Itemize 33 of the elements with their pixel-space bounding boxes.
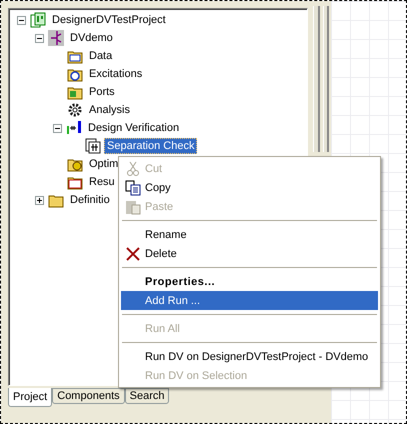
collapse-toggle[interactable] [53, 124, 62, 132]
tree-item[interactable]: Resu [86, 174, 118, 190]
tree-item[interactable]: Data [86, 48, 116, 64]
collapse-toggle[interactable] [17, 16, 26, 24]
project-icon [30, 12, 46, 28]
panel-tab[interactable]: Search [124, 388, 170, 404]
delete-icon [125, 246, 141, 262]
tree-item[interactable]: Design Verification [85, 120, 182, 136]
menu-item[interactable]: Delete [121, 244, 378, 263]
tree-item[interactable]: Definitio [67, 192, 113, 208]
panel-tab[interactable]: Components [52, 388, 125, 404]
expand-toggle[interactable] [35, 196, 44, 204]
menu-item[interactable]: Copy [121, 178, 378, 197]
check-icon [85, 138, 101, 154]
menu-item[interactable]: Rename [121, 225, 378, 244]
verification-icon [66, 120, 82, 136]
schematic-icon [48, 30, 64, 46]
tree-item[interactable]: Optim [86, 156, 122, 172]
panel-tab[interactable]: Project [8, 388, 52, 407]
tree-item[interactable]: DVdemo [67, 30, 116, 46]
menu-item[interactable]: Add Run ... [121, 291, 378, 310]
tree-item[interactable]: Ports [86, 84, 118, 100]
tree-item[interactable]: Separation Check [104, 138, 198, 154]
gear-icon [67, 102, 83, 118]
tree-item[interactable]: Analysis [86, 102, 133, 118]
clipboard-icon [125, 198, 141, 214]
copy-icon [125, 180, 141, 196]
tree-item[interactable]: Excitations [86, 66, 146, 82]
tree-item[interactable]: DesignerDVTestProject [49, 12, 169, 28]
menu-item[interactable]: Run DV on DesignerDVTestProject - DVdemo [121, 347, 378, 366]
menu-item[interactable]: Properties... [121, 272, 378, 291]
scissors-icon [125, 160, 141, 176]
collapse-toggle[interactable] [35, 34, 44, 42]
